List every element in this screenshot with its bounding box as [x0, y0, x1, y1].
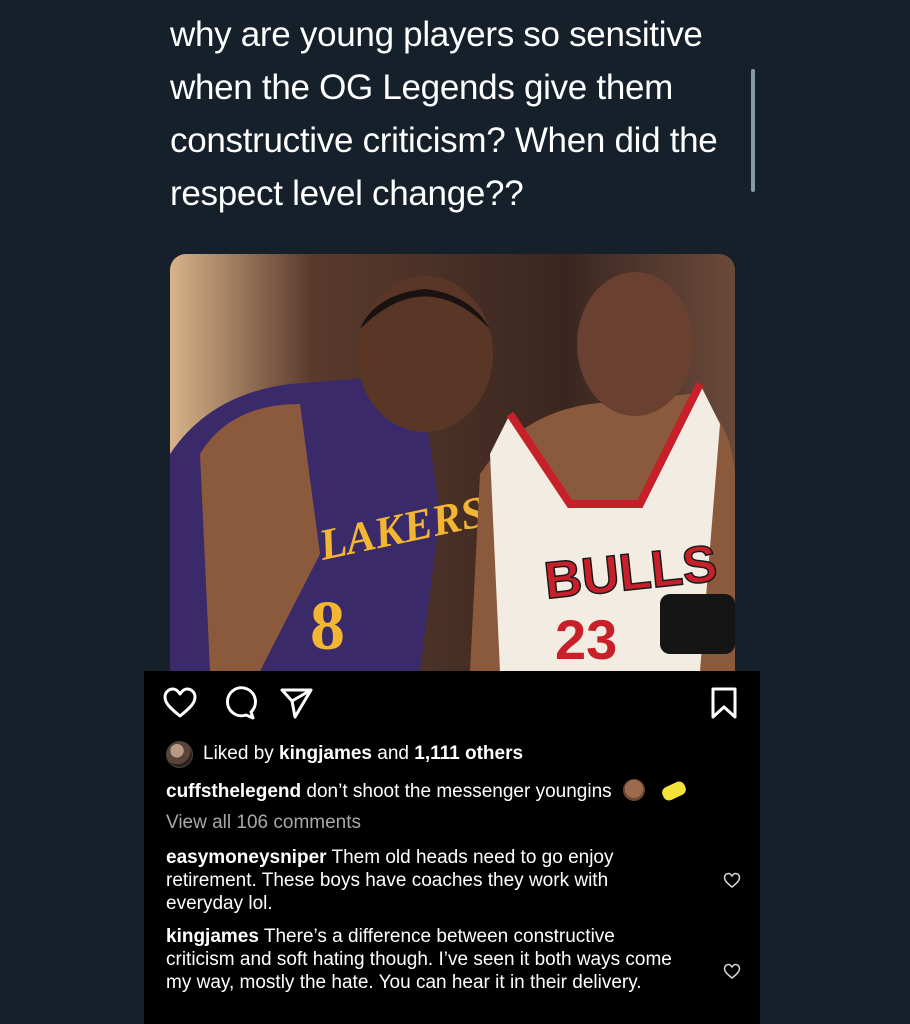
likes-prefix: Liked by	[203, 743, 280, 764]
lakers-number-text: 8	[310, 588, 345, 665]
bookmark-icon[interactable]	[706, 685, 742, 721]
comment-heart-icon[interactable]	[723, 871, 741, 889]
comment-item: kingjames There’s a difference between c…	[166, 925, 686, 994]
comment-item: easymoneysniper Them old heads need to g…	[166, 846, 686, 915]
comment-icon[interactable]	[221, 685, 257, 721]
comment-user[interactable]: kingjames	[166, 926, 259, 947]
post-actions	[144, 685, 760, 725]
likes-summary[interactable]: Liked by kingjames and 1,111 others	[166, 740, 523, 768]
likes-user[interactable]: kingjames	[279, 743, 372, 765]
avatar[interactable]	[166, 740, 193, 768]
emoji-face	[622, 779, 645, 801]
post-caption: cuffsthelegend don’t shoot the messenger…	[166, 779, 746, 804]
likes-count[interactable]: 1,111 others	[414, 743, 523, 765]
likes-middle: and	[371, 743, 415, 764]
instagram-post: Liked by kingjames and 1,111 others cuff…	[144, 671, 760, 1024]
tweet-text: why are young players so sensitive when …	[170, 15, 718, 213]
comment-heart-icon[interactable]	[723, 962, 741, 980]
emoji-sponge	[660, 779, 689, 803]
caption-user[interactable]: cuffsthelegend	[166, 781, 301, 802]
caption-text: don’t shoot the messenger youngins	[301, 781, 612, 802]
post-photo[interactable]: LAKERS 8 BULLS 23	[170, 254, 735, 671]
comment-user[interactable]: easymoneysniper	[166, 847, 327, 868]
scrollbar[interactable]	[751, 69, 755, 192]
view-all-comments-link[interactable]: View all 106 comments	[166, 812, 361, 834]
heart-icon[interactable]	[162, 685, 198, 721]
share-icon[interactable]	[278, 685, 314, 721]
bulls-number-text: 23	[555, 608, 617, 671]
